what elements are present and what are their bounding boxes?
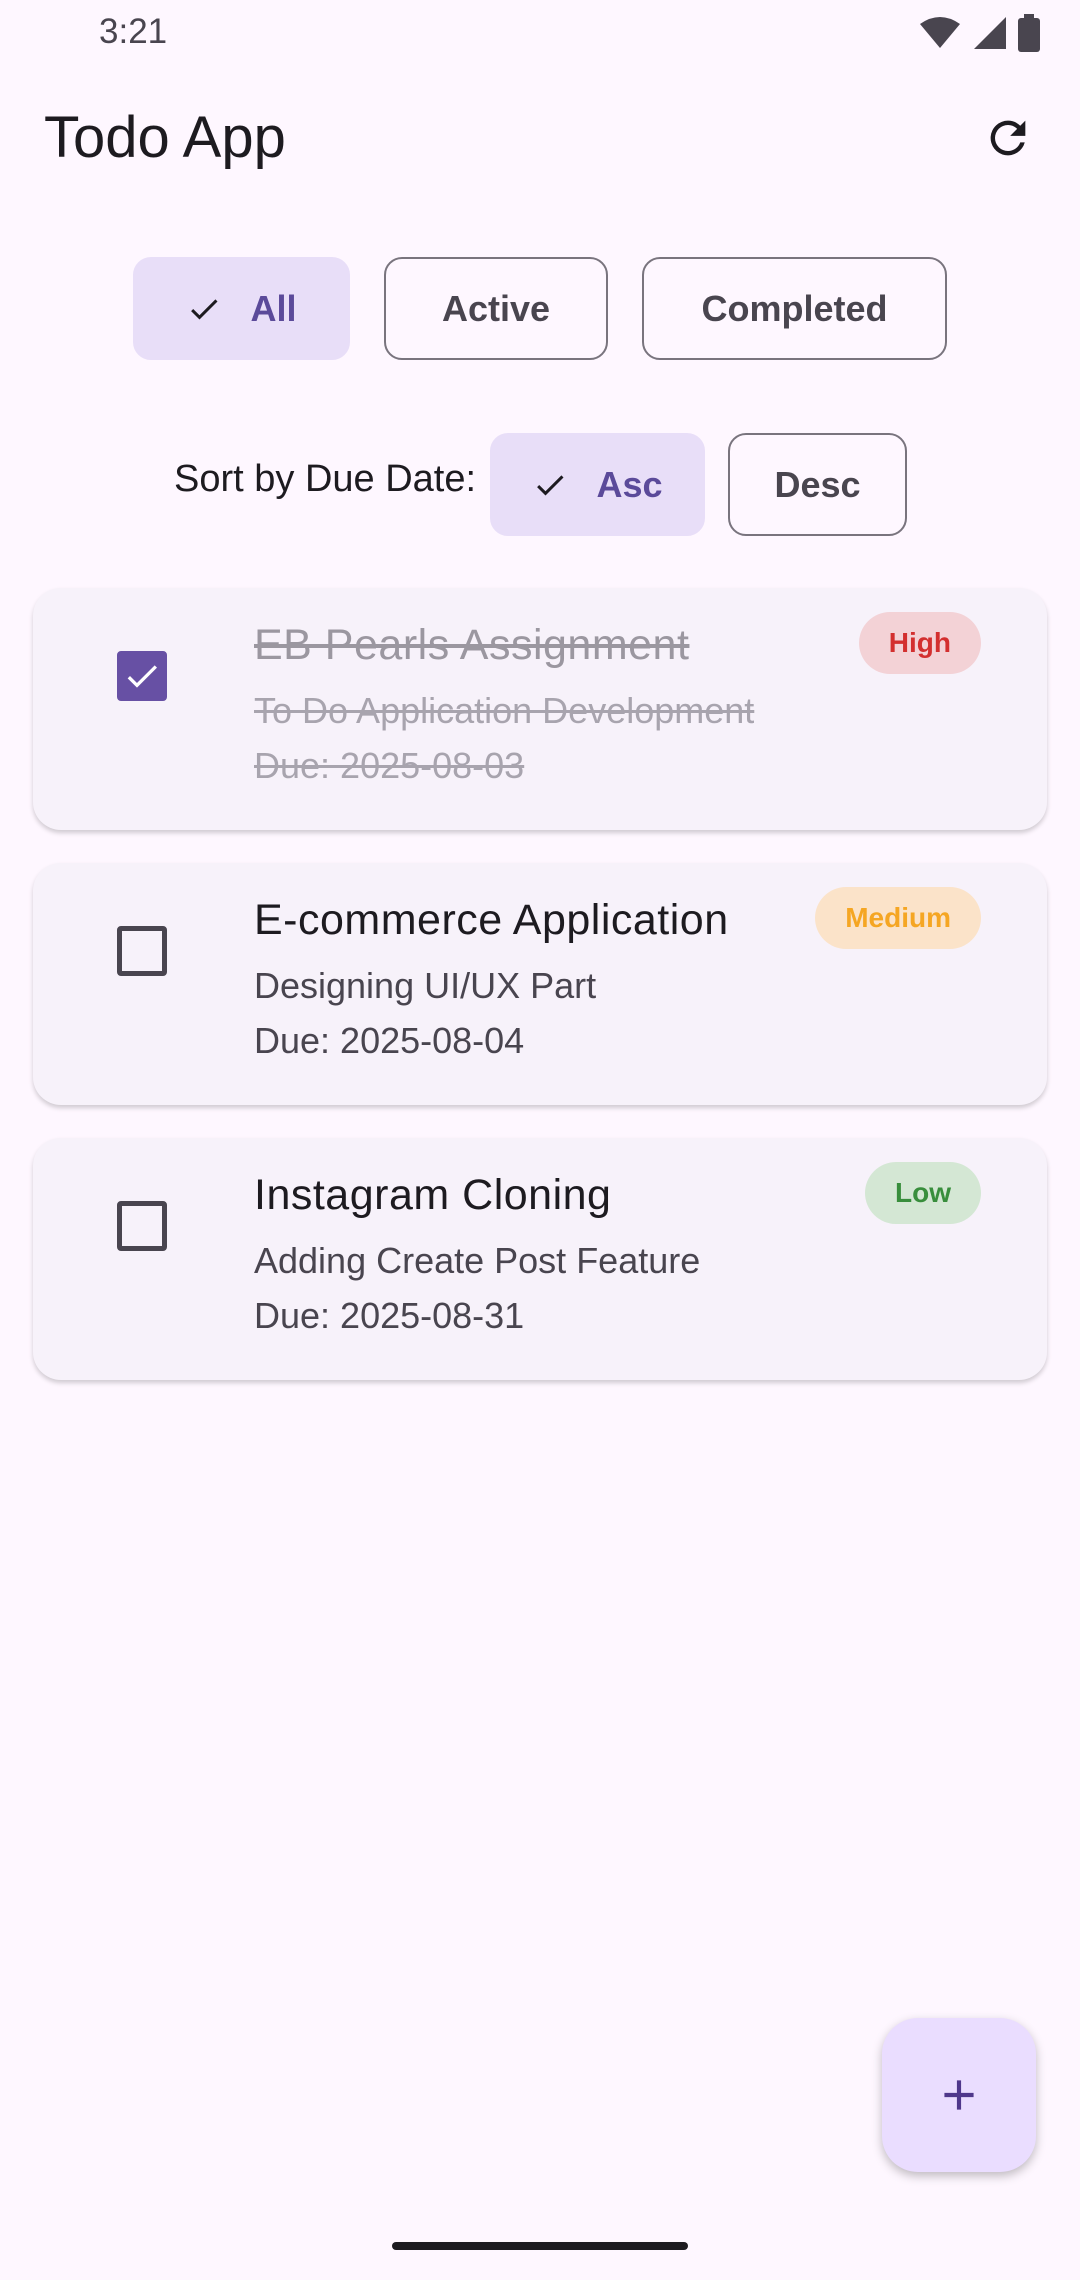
filter-chip-label: Completed bbox=[701, 287, 888, 329]
check-icon bbox=[186, 291, 222, 327]
filter-chip-label: All bbox=[250, 287, 297, 329]
filter-chip-all[interactable]: All bbox=[133, 257, 350, 360]
priority-badge: Low bbox=[865, 1162, 981, 1224]
todo-description: Adding Create Post Feature bbox=[254, 1240, 701, 1281]
todo-description: To Do Application Development bbox=[254, 690, 755, 731]
todo-checkbox[interactable] bbox=[117, 926, 167, 976]
todo-due-date: Due: 2025-08-31 bbox=[254, 1295, 525, 1336]
todo-checkbox[interactable] bbox=[117, 651, 167, 701]
todo-title: Instagram Cloning bbox=[254, 1171, 612, 1219]
check-icon bbox=[127, 665, 157, 688]
sort-label: Sort by Due Date: bbox=[174, 458, 477, 500]
battery-icon bbox=[1018, 14, 1040, 52]
check-icon bbox=[532, 467, 568, 503]
todo-description: Designing UI/UX Part bbox=[254, 965, 597, 1006]
sort-chip-label: Desc bbox=[774, 463, 861, 505]
screen: 3:21 Todo App All Active Completed Sort … bbox=[0, 0, 1080, 2280]
signal-icon bbox=[974, 17, 1006, 49]
todo-checkbox[interactable] bbox=[117, 1201, 167, 1251]
home-indicator[interactable] bbox=[392, 2242, 688, 2250]
todo-title: EB Pearls Assignment bbox=[254, 621, 690, 669]
app-title: Todo App bbox=[44, 105, 286, 170]
sort-chip-asc[interactable]: Asc bbox=[490, 433, 705, 536]
refresh-icon bbox=[990, 120, 1026, 156]
sort-chip-label: Asc bbox=[596, 463, 663, 505]
add-icon bbox=[944, 2080, 974, 2110]
filter-chip-label: Active bbox=[441, 287, 551, 329]
filter-chip-active[interactable]: Active bbox=[384, 257, 608, 360]
todo-card[interactable]: Instagram Cloning Adding Create Post Fea… bbox=[33, 1138, 1047, 1380]
filter-chip-completed[interactable]: Completed bbox=[642, 257, 947, 360]
priority-badge: High bbox=[858, 612, 981, 674]
status-icons bbox=[918, 14, 1040, 52]
status-time: 3:21 bbox=[99, 12, 168, 51]
wifi-icon bbox=[920, 17, 960, 48]
add-todo-button[interactable] bbox=[882, 2018, 1036, 2172]
sort-chip-desc[interactable]: Desc bbox=[728, 433, 907, 536]
refresh-button[interactable] bbox=[976, 106, 1040, 170]
todo-card[interactable]: E-commerce Application Designing UI/UX P… bbox=[33, 863, 1047, 1105]
todo-due-date: Due: 2025-08-04 bbox=[254, 1020, 525, 1061]
todo-due-date: Due: 2025-08-03 bbox=[254, 745, 525, 786]
priority-badge: Medium bbox=[815, 887, 981, 949]
todo-title: E-commerce Application bbox=[254, 896, 729, 944]
todo-card[interactable]: EB Pearls Assignment To Do Application D… bbox=[33, 588, 1047, 830]
